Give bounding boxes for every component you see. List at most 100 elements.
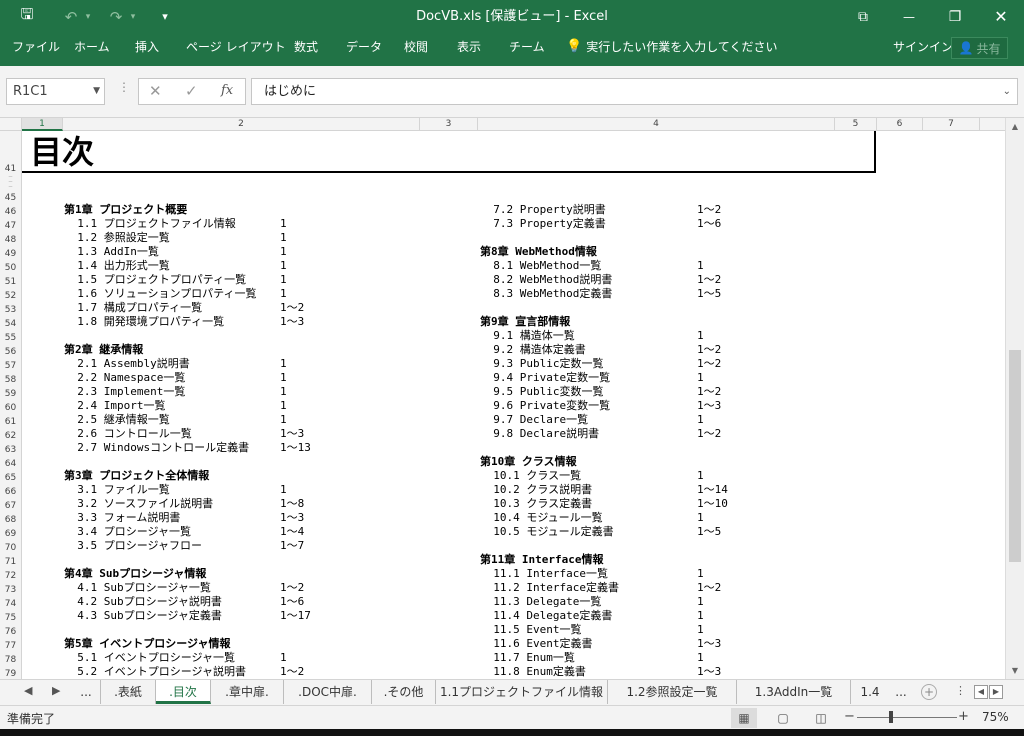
toc-page[interactable]: 1～2: [280, 665, 304, 679]
sign-in-link[interactable]: サインイン: [893, 33, 953, 61]
toc-item[interactable]: 1.8 開発環境プロパティ一覧: [64, 315, 224, 329]
toc-chapter[interactable]: 第11章 Interface情報: [480, 553, 603, 567]
row-header[interactable]: 74: [0, 599, 21, 609]
row-header[interactable]: 78: [0, 655, 21, 665]
expand-formula-bar-icon[interactable]: ⌄: [1003, 79, 1011, 104]
sheet-tab[interactable]: .表紙: [101, 680, 156, 704]
redo-icon[interactable]: ↷: [105, 0, 127, 33]
row-header[interactable]: 69: [0, 529, 21, 539]
splitter-dots-icon[interactable]: ⋮: [955, 684, 966, 697]
toc-item[interactable]: 11.5 Event一覧: [480, 623, 581, 637]
toc-page[interactable]: 1: [697, 259, 704, 273]
toc-item[interactable]: 10.1 クラス一覧: [480, 469, 581, 483]
redo-dropdown-icon[interactable]: ▾: [127, 0, 139, 33]
name-box[interactable]: R1C1 ▼: [6, 78, 105, 105]
toc-page[interactable]: 1～3: [697, 665, 721, 679]
toc-page[interactable]: 1: [697, 623, 704, 637]
toc-item[interactable]: 7.2 Property説明書: [480, 203, 605, 217]
row-header[interactable]: 59: [0, 389, 21, 399]
toc-page[interactable]: 1～2: [697, 385, 721, 399]
toc-page[interactable]: 1: [280, 217, 287, 231]
sheet-tab[interactable]: 1.1プロジェクトファイル情報: [436, 680, 608, 704]
toc-item[interactable]: 11.6 Event定義書: [480, 637, 592, 651]
toc-page[interactable]: 1～3: [280, 427, 304, 441]
toc-page[interactable]: 1～17: [280, 609, 311, 623]
toc-page[interactable]: 1～5: [697, 525, 721, 539]
toc-item[interactable]: 1.7 構成プロパティ一覧: [64, 301, 202, 315]
zoom-slider-handle[interactable]: [889, 711, 893, 723]
row-header[interactable]: 53: [0, 305, 21, 315]
row-header[interactable]: 77: [0, 641, 21, 651]
row-header[interactable]: 63: [0, 445, 21, 455]
column-header[interactable]: 6: [877, 118, 923, 131]
splitter-dots-icon[interactable]: ⋮: [118, 80, 130, 94]
toc-page[interactable]: 1: [697, 567, 704, 581]
toc-page[interactable]: 1～2: [697, 273, 721, 287]
toc-page[interactable]: 1: [280, 413, 287, 427]
toc-item[interactable]: 5.2 イベントプロシージャ説明書: [64, 665, 246, 679]
toc-page[interactable]: 1: [697, 595, 704, 609]
row-header[interactable]: 76: [0, 627, 21, 637]
toc-page[interactable]: 1: [280, 371, 287, 385]
toc-item[interactable]: 8.1 WebMethod一覧: [480, 259, 601, 273]
tab-scroll-right-icon[interactable]: ▶: [52, 684, 60, 697]
column-header[interactable]: 4: [478, 118, 835, 131]
row-header[interactable]: 73: [0, 585, 21, 595]
page-layout-view-icon[interactable]: ▢: [770, 708, 796, 728]
toc-page[interactable]: 1～10: [697, 497, 728, 511]
sheet-tab[interactable]: 1.3AddIn一覧: [737, 680, 851, 704]
toc-item[interactable]: 11.3 Delegate一覧: [480, 595, 601, 609]
row-header[interactable]: 58: [0, 375, 21, 385]
toc-page[interactable]: 1～2: [697, 357, 721, 371]
row-header[interactable]: 75: [0, 613, 21, 623]
scroll-down-icon[interactable]: ▼: [1006, 664, 1024, 677]
tab-scroll-left-icon[interactable]: ◀: [24, 684, 32, 697]
add-sheet-icon[interactable]: +: [921, 684, 937, 700]
toc-page[interactable]: 1: [697, 609, 704, 623]
sheet-tab[interactable]: 1.2参照設定一覧: [608, 680, 737, 704]
toc-page[interactable]: 1: [280, 231, 287, 245]
toc-page[interactable]: 1: [280, 385, 287, 399]
row-header[interactable]: 46: [0, 207, 21, 217]
toc-item[interactable]: 5.1 イベントプロシージャ一覧: [64, 651, 235, 665]
row-header[interactable]: 51: [0, 277, 21, 287]
minimize-icon[interactable]: —: [886, 0, 932, 33]
toc-item[interactable]: 11.1 Interface一覧: [480, 567, 608, 581]
toc-page[interactable]: 1～2: [280, 581, 304, 595]
toc-item[interactable]: 11.7 Enum一覧: [480, 651, 575, 665]
toc-item[interactable]: 9.5 Public変数一覧: [480, 385, 603, 399]
toc-page[interactable]: 1～7: [280, 539, 304, 553]
toc-item[interactable]: 7.3 Property定義書: [480, 217, 605, 231]
toc-chapter[interactable]: 第8章 WebMethod情報: [480, 245, 597, 259]
toc-item[interactable]: 1.1 プロジェクトファイル情報: [64, 217, 236, 231]
row-header[interactable]: 67: [0, 501, 21, 511]
toc-page[interactable]: 1: [280, 651, 287, 665]
row-header[interactable]: 66: [0, 487, 21, 497]
toc-item[interactable]: 3.4 プロシージャ一覧: [64, 525, 191, 539]
sheet-tab[interactable]: .その他: [372, 680, 436, 704]
toc-page[interactable]: 1: [697, 329, 704, 343]
sheet-tab-active[interactable]: .目次: [156, 680, 211, 704]
tab-review[interactable]: 校閲: [404, 33, 428, 61]
tell-me-box[interactable]: 💡 実行したい作業を入力してください: [566, 33, 777, 61]
toc-page[interactable]: 1～3: [697, 637, 721, 651]
row-header[interactable]: 64: [0, 459, 21, 469]
insert-function-icon[interactable]: fx: [221, 83, 233, 98]
toc-item[interactable]: 9.4 Private定数一覧: [480, 371, 610, 385]
toc-chapter[interactable]: 第2章 継承情報: [64, 343, 143, 357]
cancel-icon[interactable]: ✕: [149, 82, 162, 100]
column-header[interactable]: 1: [22, 118, 63, 131]
toc-item[interactable]: 9.2 構造体定義書: [480, 343, 586, 357]
row-header[interactable]: 68: [0, 515, 21, 525]
toc-item[interactable]: 2.2 Namespace一覧: [64, 371, 185, 385]
toc-page[interactable]: 1～2: [697, 343, 721, 357]
toc-page[interactable]: 1: [280, 483, 287, 497]
select-all-corner[interactable]: [0, 118, 22, 131]
toc-item[interactable]: 2.3 Implement一覧: [64, 385, 185, 399]
undo-icon[interactable]: ↶: [60, 0, 82, 33]
toc-item[interactable]: 2.7 Windowsコントロール定義書: [64, 441, 249, 455]
toc-chapter[interactable]: 第5章 イベントプロシージャ情報: [64, 637, 230, 651]
toc-item[interactable]: 9.8 Declare説明書: [480, 427, 599, 441]
toc-item[interactable]: 4.2 Subプロシージャ説明書: [64, 595, 222, 609]
toc-chapter[interactable]: 第4章 Subプロシージャ情報: [64, 567, 206, 581]
